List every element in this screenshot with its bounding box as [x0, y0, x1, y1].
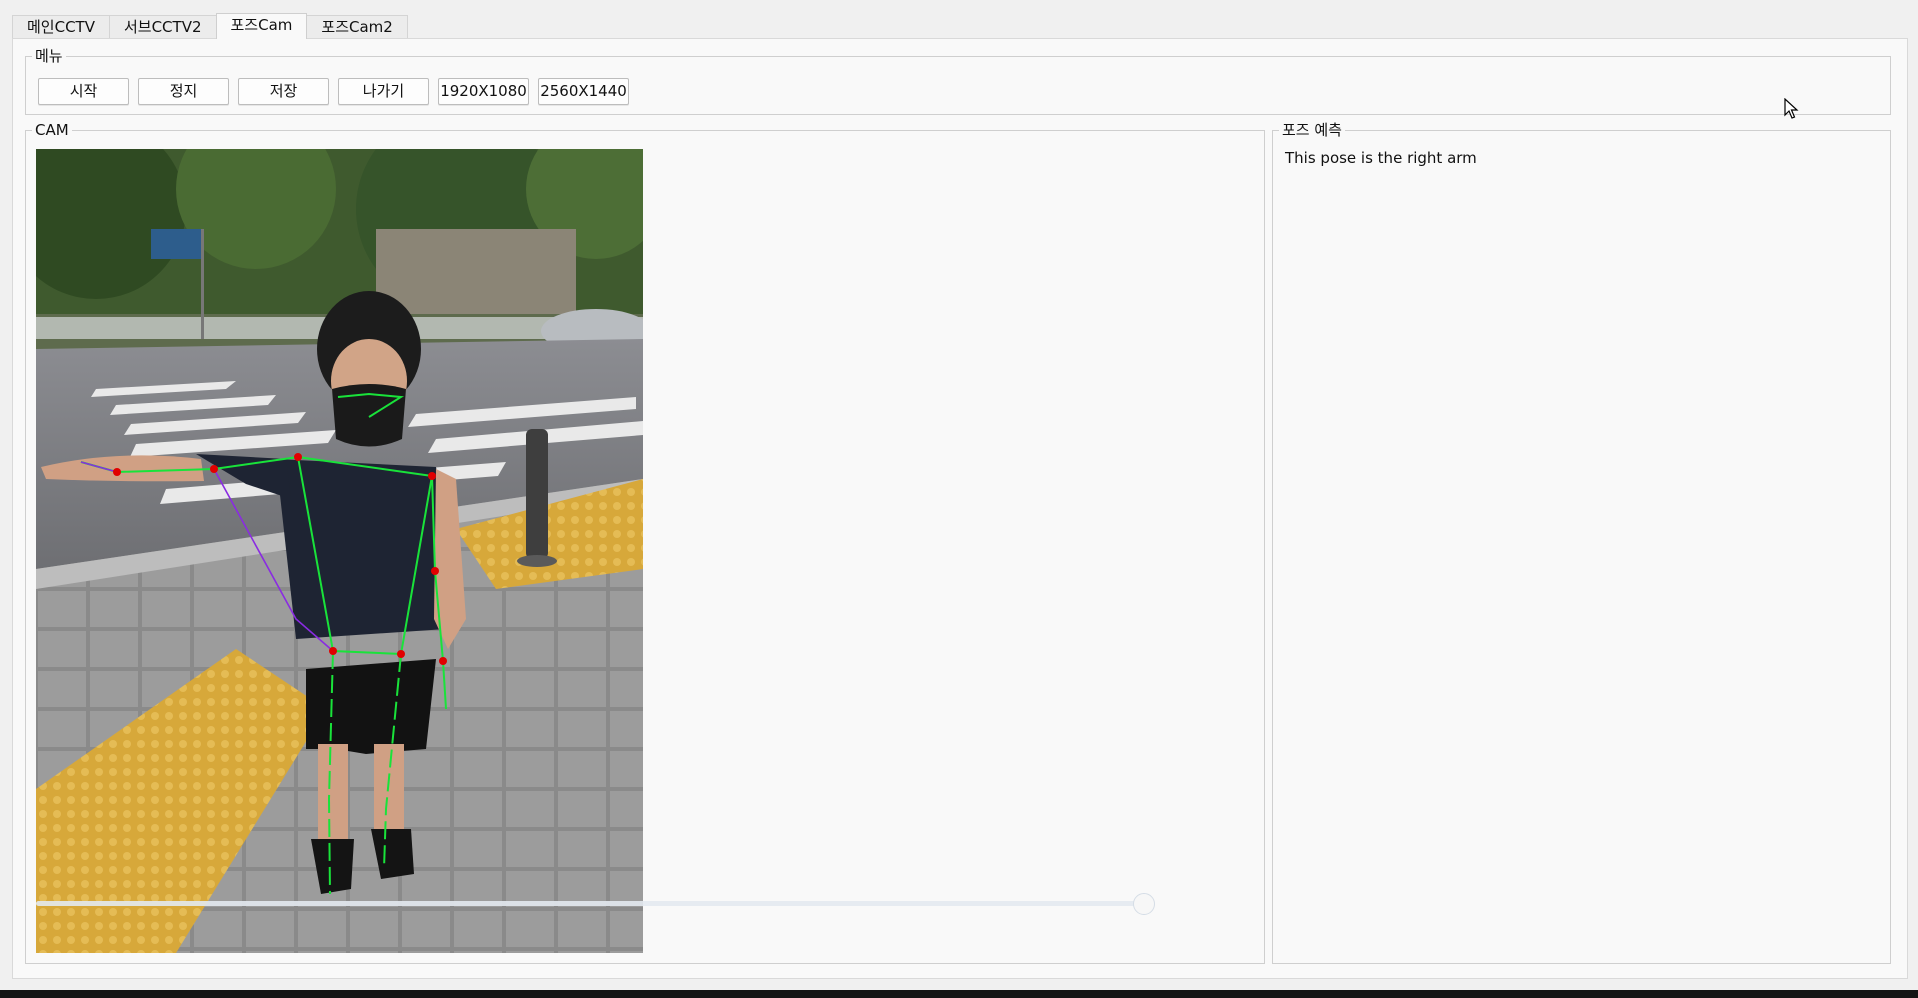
tab-content-pane: 메뉴 시작 정지 저장 나가기 1920X1080 2560X1440 CAM: [12, 38, 1908, 979]
menu-group-title: 메뉴: [32, 47, 66, 65]
menu-group: 메뉴 시작 정지 저장 나가기 1920X1080 2560X1440: [25, 47, 1891, 115]
pose-result-text: This pose is the right arm: [1285, 149, 1477, 167]
start-button[interactable]: 시작: [38, 78, 129, 105]
mouse-pointer-icon: [1784, 97, 1800, 124]
pose-prediction-title: 포즈 예측: [1279, 121, 1345, 139]
frame-slider-track[interactable]: [36, 901, 1149, 906]
camera-frame-svg: [36, 149, 643, 953]
tab-pose-cam2[interactable]: 포즈Cam2: [306, 15, 408, 39]
taskbar-edge: [0, 990, 1918, 998]
camera-frame-image: [36, 149, 643, 953]
exit-button[interactable]: 나가기: [338, 78, 429, 105]
cam-group: CAM: [25, 121, 1265, 964]
resolution-1920-button[interactable]: 1920X1080: [438, 78, 529, 105]
cam-group-title: CAM: [32, 121, 72, 139]
tab-main-cctv[interactable]: 메인CCTV: [12, 15, 110, 39]
pose-prediction-group: 포즈 예측 This pose is the right arm: [1272, 121, 1891, 964]
tab-bar: 메인CCTV 서브CCTV2 포즈Cam 포즈Cam2: [12, 13, 408, 39]
save-button[interactable]: 저장: [238, 78, 329, 105]
resolution-2560-button[interactable]: 2560X1440: [538, 78, 629, 105]
frame-slider-thumb[interactable]: [1133, 893, 1155, 915]
tab-pose-cam[interactable]: 포즈Cam: [215, 13, 308, 39]
tab-sub-cctv2[interactable]: 서브CCTV2: [108, 15, 217, 39]
stop-button[interactable]: 정지: [138, 78, 229, 105]
